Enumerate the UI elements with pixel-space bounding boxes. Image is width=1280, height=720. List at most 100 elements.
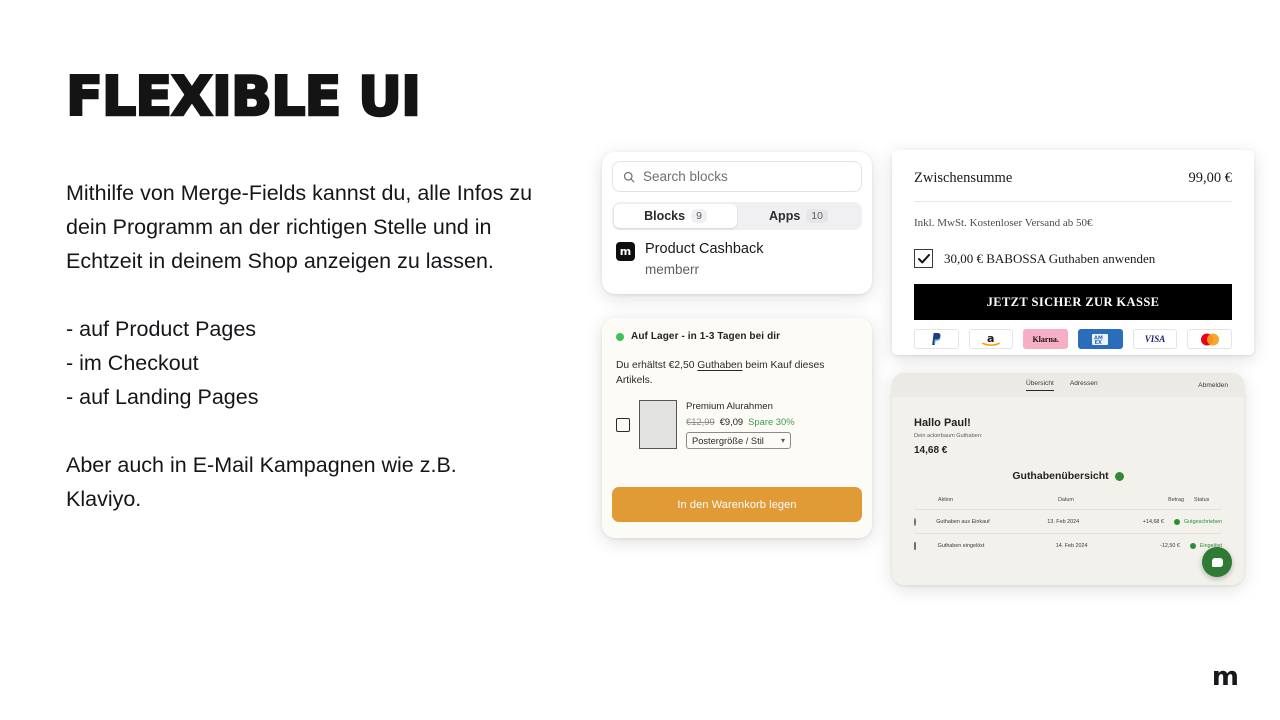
apply-credit-row[interactable]: 30,00 € BABOSSA Guthaben anwenden: [914, 249, 1232, 268]
card-icon: [914, 541, 938, 550]
description-block: Mithilfe von Merge-Fields kannst du, all…: [66, 176, 536, 516]
price-line: €12,99 €9,09 Spare 30%: [686, 416, 795, 427]
apply-credit-label: 30,00 € BABOSSA Guthaben anwenden: [944, 250, 1156, 266]
memberr-logo-icon: m: [616, 242, 635, 261]
tab-adressen[interactable]: Adressen: [1070, 380, 1098, 391]
stock-status: Auf Lager - in 1-3 Tagen bei dir: [602, 318, 872, 342]
variant-select-value: Postergröße / Stil: [692, 435, 764, 446]
subtotal-label: Zwischensumme: [914, 170, 1013, 186]
transactions-table: Aktion Datum Betrag Status Guthaben aus …: [914, 497, 1222, 557]
divider: [914, 201, 1232, 202]
section-title: Guthabenübersicht: [892, 470, 1244, 482]
balance-value: 14,68 €: [914, 445, 948, 456]
product-thumbnail: [639, 400, 677, 449]
chat-bubble-icon: [1211, 557, 1223, 567]
greeting-text: Hallo Paul!: [914, 417, 971, 429]
status-badge: [1114, 471, 1124, 481]
price-old: €12,99: [686, 416, 715, 427]
klarna-icon: Klarna.: [1023, 329, 1069, 349]
column-aktion: Aktion: [938, 497, 953, 503]
list-item: - im Checkout: [66, 351, 199, 375]
svg-text:EX: EX: [1095, 340, 1102, 346]
check-icon: [917, 253, 930, 263]
coin-icon: [914, 517, 936, 526]
tab-blocks-label: Blocks: [644, 209, 686, 223]
credit-text-before: Du erhältst €2,50: [616, 360, 698, 371]
checkout-button[interactable]: JETZT SICHER ZUR KASSE: [914, 284, 1232, 320]
row-date: 13. Feb 2024: [1047, 518, 1080, 525]
search-icon: [623, 171, 635, 182]
tab-apps-label: Apps: [769, 209, 801, 223]
search-input[interactable]: Search blocks: [612, 161, 862, 192]
upsell-row: Premium Alurahmen €12,99 €9,09 Spare 30%…: [602, 388, 872, 449]
row-date: 14. Feb 2024: [1055, 542, 1088, 549]
column-betrag: Betrag: [1168, 497, 1184, 503]
stock-status-label: Auf Lager - in 1-3 Tagen bei dir: [631, 331, 781, 342]
account-dashboard: Übersicht Adressen Abmelden Hallo Paul! …: [892, 373, 1244, 585]
balance-label: Dein ackerbaum Guthaben:: [914, 433, 983, 439]
variant-select[interactable]: Postergröße / Stil ▾: [686, 432, 791, 449]
tax-note: Inkl. MwSt. Kostenloser Versand ab 50€: [914, 217, 1093, 229]
section-title-text: Guthabenübersicht: [1012, 470, 1109, 482]
klarna-label: Klarna.: [1032, 334, 1059, 344]
description-paragraph: Mithilfe von Merge-Fields kannst du, all…: [66, 181, 533, 273]
row-action: Guthaben aus Einkauf: [936, 518, 990, 525]
tab-apps[interactable]: Apps 10: [737, 204, 860, 228]
list-item: - auf Product Pages: [66, 317, 257, 341]
search-placeholder: Search blocks: [643, 169, 728, 184]
amex-icon: AM EX: [1078, 329, 1123, 349]
logout-link[interactable]: Abmelden: [1198, 382, 1228, 389]
visa-icon: VISA: [1132, 329, 1178, 349]
amazon-icon: a: [968, 329, 1014, 349]
blocks-apps-tabs: Blocks 9 Apps 10: [612, 202, 862, 230]
blocks-panel: Search blocks Blocks 9 Apps 10 m Product…: [602, 152, 872, 294]
subtotal-row: Zwischensumme 99,00 €: [914, 170, 1232, 187]
status-dot-icon: [616, 332, 624, 341]
brand-logo: m: [1211, 662, 1239, 692]
checkout-summary: Zwischensumme 99,00 € Inkl. MwSt. Kosten…: [892, 150, 1254, 355]
subtotal-value: 99,00 €: [1188, 170, 1233, 186]
chat-button[interactable]: [1202, 547, 1232, 577]
closing-paragraph: Aber auch in E-Mail Kampagnen wie z.B. K…: [66, 453, 457, 511]
block-title: Product Cashback: [645, 241, 764, 257]
chevron-down-icon: ▾: [780, 436, 785, 445]
slide: FLEXIBLE UI Mithilfe von Merge-Fields ka…: [0, 0, 1280, 720]
add-to-cart-button[interactable]: In den Warenkorb legen: [612, 487, 862, 522]
left-column: FLEXIBLE UI Mithilfe von Merge-Fields ka…: [65, 68, 536, 516]
product-widget: Auf Lager - in 1-3 Tagen bei dir Du erhä…: [602, 318, 872, 538]
tab-uebersicht[interactable]: Übersicht: [1026, 380, 1054, 391]
credit-message: Du erhältst €2,50 Guthaben beim Kauf die…: [602, 342, 872, 388]
memberr-logo-glyph: m: [619, 245, 632, 258]
row-amount: -12,50 €: [1160, 542, 1180, 549]
tab-blocks-count: 9: [691, 209, 707, 223]
upsell-checkbox[interactable]: [616, 417, 630, 432]
tab-apps-count: 10: [806, 209, 828, 223]
credit-link[interactable]: Guthaben: [697, 360, 742, 371]
table-row: Guthaben eingelöst 14. Feb 2024 -12,50 €…: [914, 533, 1222, 557]
column-datum: Datum: [1058, 497, 1074, 503]
tab-blocks[interactable]: Blocks 9: [614, 204, 737, 228]
visa-label: VISA: [1144, 334, 1166, 344]
row-amount: +14,68 €: [1142, 518, 1164, 525]
row-status: Gutgeschrieben: [1173, 518, 1222, 525]
status-dot-icon: [1189, 542, 1196, 549]
product-name: Premium Alurahmen: [686, 401, 773, 412]
bullet-list: - auf Product Pages - im Checkout - auf …: [66, 312, 536, 414]
search-area: Search blocks: [602, 152, 872, 200]
table-row: Guthaben aus Einkauf 13. Feb 2024 +14,68…: [914, 509, 1222, 533]
price-new: €9,09: [719, 416, 744, 427]
apply-credit-checkbox[interactable]: [914, 249, 933, 268]
svg-text:a: a: [987, 332, 994, 345]
dashboard-nav: Übersicht Adressen Abmelden: [892, 373, 1244, 397]
paypal-icon: [914, 329, 959, 349]
column-status: Status: [1194, 497, 1210, 503]
status-dot-icon: [1173, 518, 1180, 525]
table-header: Aktion Datum Betrag Status: [914, 497, 1222, 509]
list-item[interactable]: m Product Cashback memberr: [602, 230, 872, 277]
row-action: Guthaben eingelöst: [937, 542, 985, 549]
discount-badge: Spare 30%: [748, 416, 795, 427]
payment-methods: a Klarna. AM EX VISA: [914, 329, 1233, 349]
block-subtitle: memberr: [645, 262, 700, 277]
mastercard-icon: [1187, 329, 1233, 349]
greeting-block: Hallo Paul! Dein ackerbaum Guthaben: 14,…: [892, 397, 1244, 456]
